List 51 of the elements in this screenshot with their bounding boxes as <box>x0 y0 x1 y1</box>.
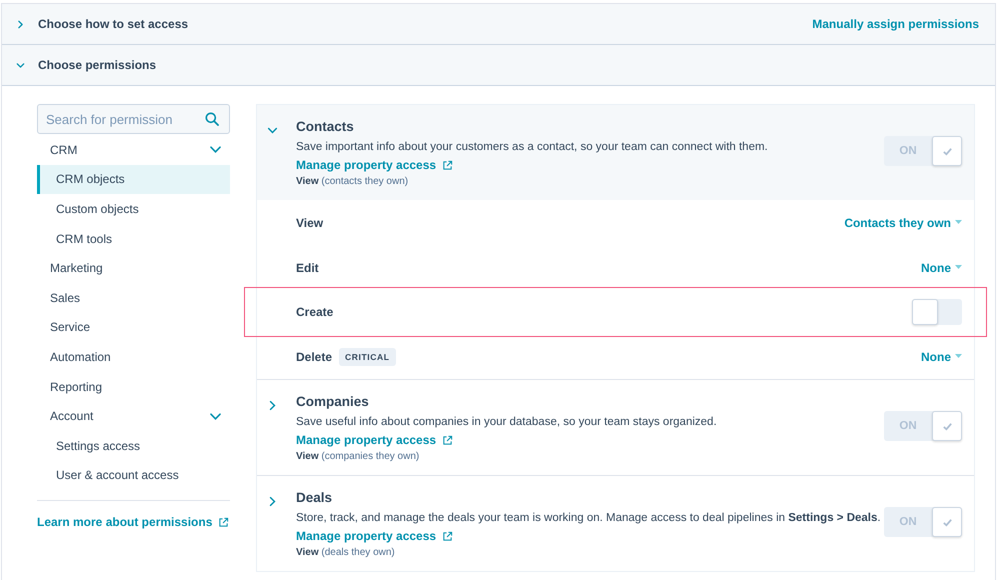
sidebar-item[interactable]: Sales <box>37 282 230 313</box>
sidebar-item[interactable]: User & account access <box>37 460 230 490</box>
search-field[interactable]: Search for permission <box>37 104 230 134</box>
caret-icon <box>955 265 962 270</box>
access-dropdown[interactable]: None <box>921 260 962 274</box>
access-summary: View (contacts they own) <box>296 176 410 187</box>
external-link-icon <box>442 434 454 446</box>
sidebar-item[interactable]: CRM objects <box>37 164 230 194</box>
chevron-icon[interactable] <box>267 125 278 136</box>
external-link-icon <box>442 160 454 170</box>
chevron-icon[interactable] <box>267 496 278 507</box>
access-summary: View (deals they own) <box>296 547 396 558</box>
sidebar-item[interactable]: CRM tools <box>37 224 230 254</box>
sidebar-item[interactable]: Reporting <box>37 372 230 402</box>
caret-icon <box>955 220 962 225</box>
permission-label: Create <box>296 305 334 319</box>
manage-property-link[interactable]: Manage property access <box>296 433 884 447</box>
external-link-icon <box>218 516 230 528</box>
learn-more-link[interactable]: Learn more about permissions <box>37 515 230 530</box>
section-title[interactable]: Choose how to set access <box>38 17 812 31</box>
caret-icon <box>955 354 962 359</box>
chevron-icon[interactable] <box>16 60 25 70</box>
sidebar-item[interactable]: Service <box>37 312 230 342</box>
sidebar-item[interactable]: Custom objects <box>37 194 230 224</box>
permission-label: View <box>296 216 324 230</box>
toggle-switch[interactable] <box>912 299 962 325</box>
permission-label: Delete <box>296 350 332 364</box>
search-icon <box>205 112 219 126</box>
check-icon <box>942 420 952 432</box>
sidebar-item[interactable]: Settings access <box>37 430 230 461</box>
chevron-icon[interactable] <box>16 20 25 28</box>
object-description: Save useful info about companies in your database, so your team stays organized. <box>296 416 718 428</box>
object-title: Contacts <box>296 119 355 134</box>
access-dropdown[interactable]: Contacts they own <box>844 216 962 230</box>
object-title: Companies <box>296 394 370 409</box>
external-link-icon <box>442 530 454 542</box>
object-description: Save important info about your customers as a contact, so your team can connect with them. <box>296 141 769 153</box>
permission-label: Edit <box>296 260 319 274</box>
access-summary: View (companies they own) <box>296 451 420 462</box>
sidebar-item[interactable]: Automation <box>37 342 230 372</box>
object-description: Store, track, and manage the deals your team is working on. Manage access to deal pipelines in Settings > Deals. <box>296 512 882 524</box>
manage-property-link[interactable]: Manage property access <box>296 529 884 543</box>
critical-tag: CRITICAL <box>339 348 396 366</box>
check-icon <box>942 146 952 156</box>
check-icon <box>942 516 952 528</box>
sidebar-item[interactable]: Marketing <box>37 253 230 283</box>
access-dropdown[interactable]: None <box>921 350 962 364</box>
object-title: Deals <box>296 490 334 505</box>
sidebar-item[interactable]: Account <box>37 401 230 431</box>
sidebar-item[interactable]: CRM <box>37 135 230 165</box>
chevron-icon[interactable] <box>267 400 278 411</box>
